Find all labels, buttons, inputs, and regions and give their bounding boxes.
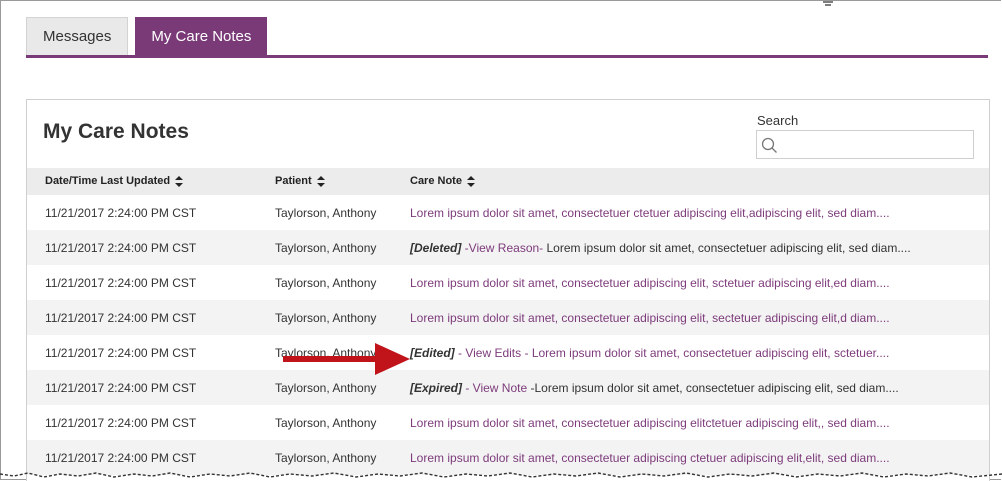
page-title: My Care Notes (43, 120, 189, 143)
table-row: 11/21/2017 2:24:00 PM CST Taylorson, Ant… (27, 195, 989, 230)
care-note-link[interactable]: Lorem ipsum dolor sit amet, consectetuer… (410, 276, 890, 290)
patient-cell: Taylorson, Anthony (275, 311, 377, 325)
column-header-date[interactable]: Date/Time Last Updated (45, 175, 184, 187)
table-row: 11/21/2017 2:24:00 PM CST Taylorson, Ant… (27, 265, 989, 300)
date-cell: 11/21/2017 2:24:00 PM CST (45, 416, 197, 430)
date-cell: 11/21/2017 2:24:00 PM CST (45, 346, 197, 360)
status-tag: [Edited] (410, 346, 455, 360)
search-label: Search (757, 113, 799, 128)
status-tag: [Deleted] (410, 241, 462, 255)
table-row: 11/21/2017 2:24:00 PM CST Taylorson, Ant… (27, 230, 989, 265)
sort-icon[interactable] (466, 175, 476, 187)
patient-cell: Taylorson, Anthony (275, 241, 377, 255)
torn-edge-decoration (0, 472, 1002, 478)
date-cell: 11/21/2017 2:24:00 PM CST (45, 311, 197, 325)
view-edits-link[interactable]: - View Edits - (455, 346, 528, 360)
search-field[interactable] (756, 130, 974, 159)
view-note-link[interactable]: - View Note (462, 381, 527, 395)
tab-bar: Messages My Care Notes (26, 17, 268, 55)
search-input[interactable] (781, 133, 973, 158)
sort-icon[interactable] (316, 175, 326, 187)
care-note-cell: [Edited] - View Edits - Lorem ipsum dolo… (410, 346, 889, 360)
view-reason-link[interactable]: -View Reason- (461, 241, 544, 255)
tab-my-care-notes[interactable]: My Care Notes (135, 17, 268, 55)
red-arrow-icon (283, 343, 410, 375)
care-note-text: Lorem ipsum dolor sit amet, consectetuer… (543, 241, 911, 255)
date-cell: 11/21/2017 2:24:00 PM CST (45, 451, 197, 465)
care-note-text: -Lorem ipsum dolor sit amet, consectetue… (527, 381, 899, 395)
patient-cell: Taylorson, Anthony (275, 381, 377, 395)
patient-cell: Taylorson, Anthony (275, 276, 377, 290)
tab-underline (26, 55, 988, 58)
column-header-label: Care Note (410, 175, 462, 187)
table-header: Date/Time Last Updated Patient Care Note (27, 168, 989, 195)
corner-mark-icon (823, 1, 833, 6)
column-header-label: Date/Time Last Updated (45, 175, 171, 187)
search-icon (761, 137, 777, 153)
care-note-link[interactable]: Lorem ipsum dolor sit amet, consectetuer… (528, 346, 890, 360)
column-header-patient[interactable]: Patient (275, 175, 326, 187)
care-note-cell: [Expired] - View Note -Lorem ipsum dolor… (410, 381, 899, 395)
table-row: 11/21/2017 2:24:00 PM CST Taylorson, Ant… (27, 405, 989, 440)
status-tag: [Expired] (410, 381, 463, 395)
table-row: 11/21/2017 2:24:00 PM CST Taylorson, Ant… (27, 300, 989, 335)
table-row: 11/21/2017 2:24:00 PM CST Taylorson, Ant… (27, 335, 989, 370)
column-header-label: Patient (275, 175, 312, 187)
table-row: 11/21/2017 2:24:00 PM CST Taylorson, Ant… (27, 370, 989, 405)
care-notes-panel: My Care Notes Search Date/Time Last Upda… (26, 99, 990, 481)
care-note-link[interactable]: Lorem ipsum dolor sit amet, consectetuer… (410, 311, 890, 325)
patient-cell: Taylorson, Anthony (275, 416, 377, 430)
care-note-link[interactable]: Lorem ipsum dolor sit amet, consectetuer… (410, 206, 890, 220)
date-cell: 11/21/2017 2:24:00 PM CST (45, 206, 197, 220)
table-body: 11/21/2017 2:24:00 PM CST Taylorson, Ant… (27, 195, 989, 475)
date-cell: 11/21/2017 2:24:00 PM CST (45, 241, 197, 255)
date-cell: 11/21/2017 2:24:00 PM CST (45, 276, 197, 290)
column-header-care-note[interactable]: Care Note (410, 175, 476, 187)
date-cell: 11/21/2017 2:24:00 PM CST (45, 381, 197, 395)
care-note-link[interactable]: Lorem ipsum dolor sit amet, consectetuer… (410, 416, 890, 430)
care-note-link[interactable]: Lorem ipsum dolor sit amet, consectetuer… (410, 451, 890, 465)
care-note-cell: [Deleted] -View Reason- Lorem ipsum dolo… (410, 241, 911, 255)
patient-cell: Taylorson, Anthony (275, 206, 377, 220)
tab-messages[interactable]: Messages (26, 17, 129, 55)
patient-cell: Taylorson, Anthony (275, 451, 377, 465)
sort-icon[interactable] (175, 175, 184, 187)
